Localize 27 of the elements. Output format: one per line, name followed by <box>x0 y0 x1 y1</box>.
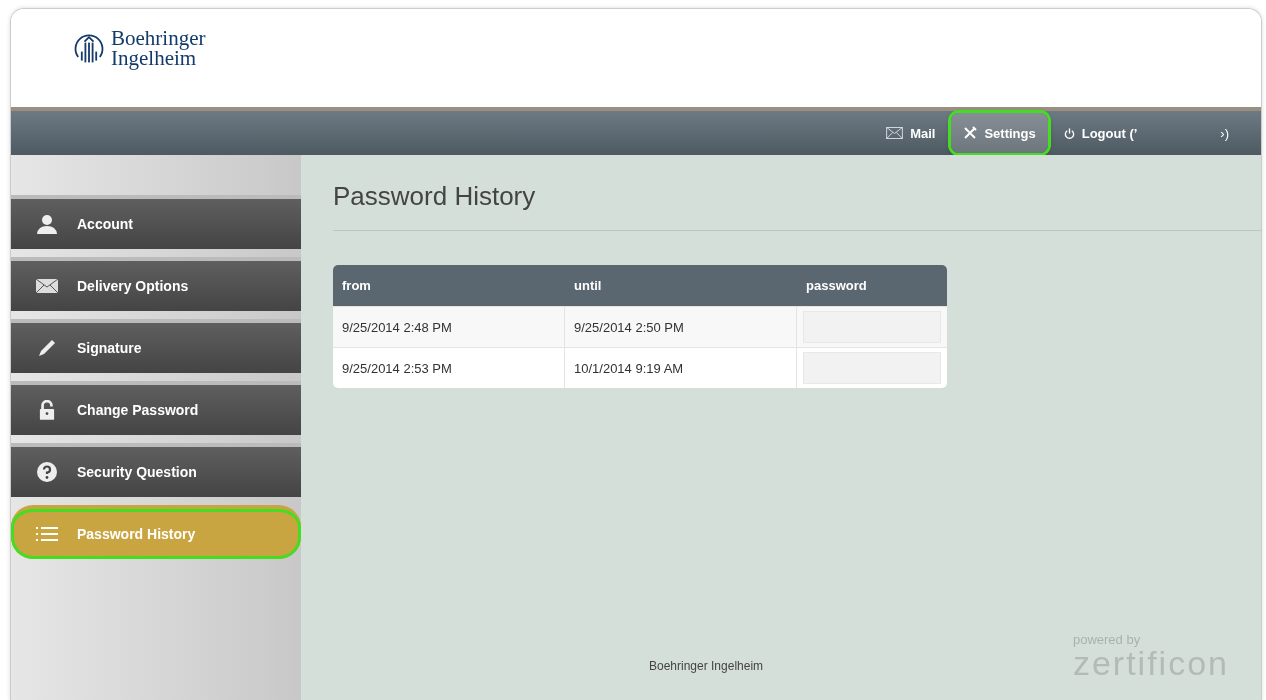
pencil-icon <box>37 338 57 358</box>
tools-icon <box>963 126 978 140</box>
sidebar-item[interactable]: Signature <box>11 319 301 373</box>
column-header: from <box>341 278 372 293</box>
table-cell: 10/1/2014 9:19 AM <box>565 348 797 388</box>
sidebar-item[interactable]: Change Password <box>11 381 301 435</box>
logout-link[interactable]: Logout (’ ›) <box>1051 113 1241 153</box>
column-header: password <box>805 278 868 293</box>
list-icon <box>36 526 58 542</box>
sidebar-item[interactable]: Account <box>11 195 301 249</box>
table-cell: 9/25/2014 2:50 PM <box>565 307 797 347</box>
envelope-icon <box>886 127 904 139</box>
person-icon <box>37 214 57 234</box>
power-icon <box>1063 127 1075 139</box>
settings-link[interactable]: Settings <box>951 113 1048 153</box>
logo-text: Boehringer Ingelheim <box>111 28 206 68</box>
sidebar-item[interactable]: Delivery Options <box>11 257 301 311</box>
mail-link[interactable]: Mail <box>874 113 948 153</box>
column-header: until <box>573 278 603 293</box>
sidebar-item[interactable]: Security Question <box>11 443 301 497</box>
table-cell: 9/25/2014 2:48 PM <box>333 307 565 347</box>
envelope-icon <box>36 279 58 293</box>
footer-text: Boehringer Ingelheim <box>649 659 764 673</box>
page-title: Password History <box>333 181 537 212</box>
padlock-icon <box>39 400 55 420</box>
question-icon <box>37 462 57 482</box>
table-cell: 9/25/2014 2:53 PM <box>333 348 565 388</box>
